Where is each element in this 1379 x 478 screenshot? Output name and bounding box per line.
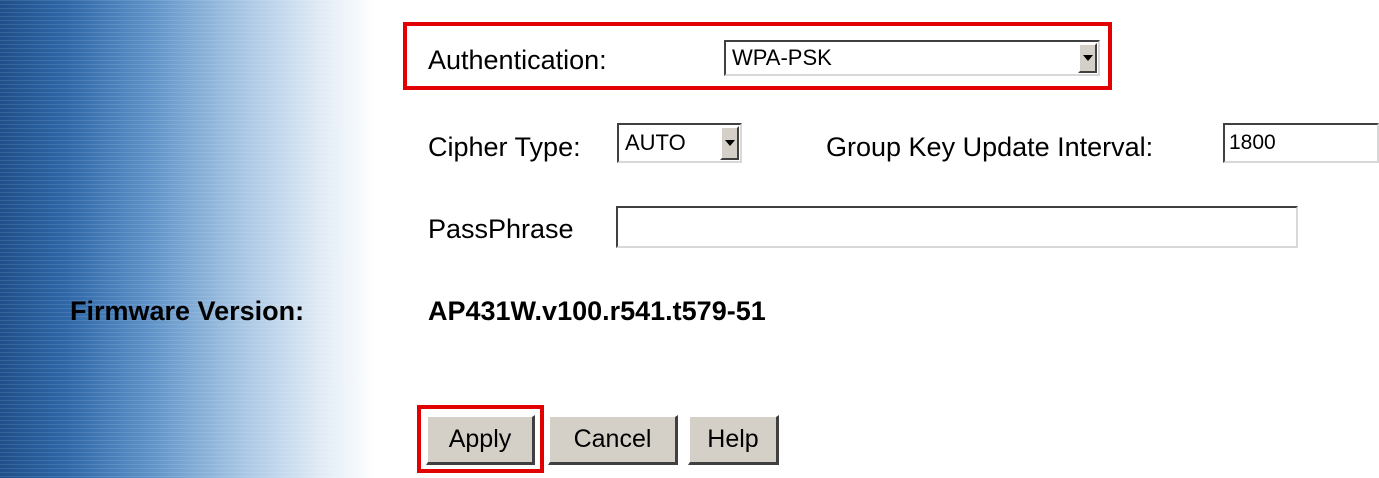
group-key-interval-input[interactable]: 1800 [1223, 123, 1379, 163]
authentication-select[interactable]: WPA-PSK [724, 40, 1100, 76]
passphrase-label: PassPhrase [428, 214, 574, 244]
apply-button[interactable]: Apply [426, 415, 535, 465]
cancel-button[interactable]: Cancel [548, 415, 678, 465]
group-key-interval-label: Group Key Update Interval: [826, 132, 1154, 162]
chevron-down-icon[interactable] [720, 126, 739, 160]
chevron-down-icon[interactable] [1078, 43, 1097, 73]
help-button[interactable]: Help [688, 415, 779, 465]
cipher-type-select[interactable]: AUTO [617, 123, 742, 163]
firmware-version-value: AP431W.v100.r541.t579-51 [428, 296, 766, 326]
authentication-label: Authentication: [428, 45, 607, 75]
firmware-version-label: Firmware Version: [70, 296, 305, 326]
passphrase-input[interactable] [616, 206, 1298, 248]
sidebar-gradient [0, 0, 375, 478]
group-key-interval-value: 1800 [1229, 131, 1276, 154]
authentication-value: WPA-PSK [732, 47, 832, 69]
cipher-type-label: Cipher Type: [428, 132, 581, 162]
